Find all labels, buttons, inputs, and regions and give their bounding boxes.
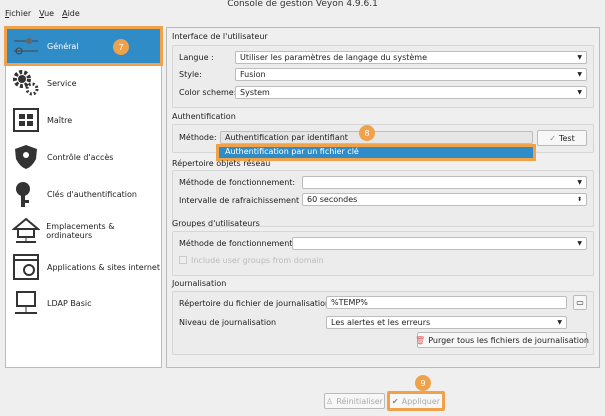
style-value: Fusion	[240, 70, 266, 79]
sidebar-item-label: Applications & sites internet	[47, 262, 160, 272]
auth-option-label: Authentification par un fichier clé	[225, 147, 359, 156]
folder-icon: ▭	[576, 298, 584, 307]
style-label: Style:	[179, 70, 202, 79]
include-groups-checkbox[interactable]	[179, 256, 187, 264]
sliders-icon	[11, 32, 41, 60]
sidebar-item-service[interactable]: Service	[7, 66, 160, 100]
reset-button[interactable]: ♙ Réinitialiser	[324, 393, 385, 409]
check-icon: ✓	[549, 133, 556, 143]
sidebar-item-ldap[interactable]: LDAP Basic	[7, 286, 160, 320]
interval-value: 60 secondes	[307, 195, 358, 204]
dir-method-select[interactable]: ▼	[302, 176, 587, 189]
sidebar-item-label: Clés d'authentification	[47, 189, 137, 199]
test-label: Test	[558, 133, 575, 143]
purge-logs-button[interactable]: 🗑 Purger tous les fichiers de journalisat…	[415, 332, 589, 348]
reset-label: Réinitialiser	[336, 396, 383, 406]
scheme-select[interactable]: System ▼	[235, 86, 587, 99]
sidebar-item-applications[interactable]: Applications & sites internet	[7, 250, 160, 284]
auth-method-value: Authentification par identifiant	[225, 133, 348, 142]
chevron-down-icon: ▼	[577, 71, 582, 78]
chevron-down-icon: ▼	[577, 179, 582, 186]
ldap-icon	[11, 289, 41, 317]
shield-icon	[11, 143, 41, 171]
section-title-auth: Authentification	[172, 112, 236, 121]
test-button[interactable]: ✓ Test	[537, 130, 587, 146]
sidebar-item-controle-acces[interactable]: Contrôle d'accès	[7, 140, 160, 174]
chevron-down-icon: ▼	[577, 54, 582, 61]
window-title: Console de gestion Veyon 4.9.6.1	[227, 0, 378, 9]
auth-method-label: Méthode:	[179, 133, 217, 142]
interval-label: Intervalle de rafraichissement :	[179, 196, 305, 205]
apply-button[interactable]: ✔ Appliquer	[387, 391, 445, 411]
scheme-label: Color scheme:	[179, 88, 237, 97]
step-badge-7: 7	[113, 39, 129, 55]
log-level-label: Niveau de journalisation	[179, 318, 277, 327]
menu-aide[interactable]: Aide	[62, 9, 80, 18]
menubar: Fichier Vue Aide	[5, 9, 80, 18]
chevron-down-icon: ▼	[577, 89, 582, 96]
log-level-select[interactable]: Les alertes et les erreurs ▼	[326, 316, 567, 329]
step-badge-8: 8	[359, 125, 375, 141]
sidebar-item-label: Maître	[47, 115, 73, 125]
sidebar: Général Service Maître Contrôle d'accès …	[4, 26, 163, 368]
style-select[interactable]: Fusion ▼	[235, 68, 587, 81]
log-level-value: Les alertes et les erreurs	[331, 318, 431, 327]
scheme-value: System	[240, 88, 270, 97]
trash-icon: 🗑	[415, 335, 426, 345]
sidebar-item-emplacements[interactable]: Emplacements & ordinateurs	[7, 214, 160, 248]
sidebar-item-general[interactable]: Général	[4, 26, 163, 66]
langue-value: Utiliser les paramètres de langage du sy…	[240, 53, 428, 62]
section-title-ui: Interface de l'utilisateur	[172, 32, 268, 41]
sidebar-item-label: Contrôle d'accès	[47, 152, 114, 162]
langue-select[interactable]: Utiliser les paramètres de langage du sy…	[235, 51, 587, 64]
network-icon	[11, 217, 40, 245]
groups-method-select[interactable]: ▼	[292, 237, 587, 250]
section-title-directory: Répertoire objets réseau	[172, 159, 271, 168]
chevron-down-icon: ▼	[557, 319, 562, 326]
apply-label: Appliquer	[401, 396, 441, 406]
groups-method-label: Méthode de fonctionnement:	[179, 239, 296, 248]
auth-method-select[interactable]: Authentification par identifiant	[220, 131, 533, 144]
log-dir-input[interactable]: %TEMP%	[326, 296, 567, 309]
key-icon	[11, 180, 41, 208]
spin-arrows-icon[interactable]: ⬍	[577, 194, 582, 205]
sidebar-item-maitre[interactable]: Maître	[7, 103, 160, 137]
purge-label: Purger tous les fichiers de journalisati…	[428, 335, 589, 345]
sidebar-item-label: Général	[47, 41, 79, 51]
menu-vue[interactable]: Vue	[39, 9, 54, 18]
sidebar-item-label: Service	[47, 78, 77, 88]
log-dir-label: Répertoire du fichier de journalisation	[179, 299, 331, 308]
menu-fichier[interactable]: Fichier	[5, 9, 31, 18]
broom-icon: ♙	[326, 396, 334, 406]
grid-icon	[11, 106, 41, 134]
browse-folder-button[interactable]: ▭	[573, 295, 587, 310]
include-groups-label: Include user groups from domain	[191, 256, 324, 265]
apps-icon	[11, 253, 41, 281]
sidebar-item-label: Emplacements & ordinateurs	[46, 222, 115, 240]
interval-spinbox[interactable]: 60 secondes ⬍	[302, 193, 587, 206]
sidebar-item-cles[interactable]: Clés d'authentification	[7, 177, 160, 211]
sidebar-item-label: LDAP Basic	[47, 298, 92, 308]
check-icon: ✔	[391, 396, 399, 406]
section-title-groups: Groupes d'utilisateurs	[172, 219, 260, 228]
section-title-log: Journalisation	[172, 279, 227, 288]
gears-icon	[11, 69, 41, 97]
langue-label: Langue :	[179, 53, 214, 62]
chevron-down-icon: ▼	[577, 240, 582, 247]
dir-method-label: Méthode de fonctionnement:	[179, 178, 296, 187]
step-badge-9: 9	[415, 375, 431, 391]
log-dir-value: %TEMP%	[331, 298, 368, 307]
